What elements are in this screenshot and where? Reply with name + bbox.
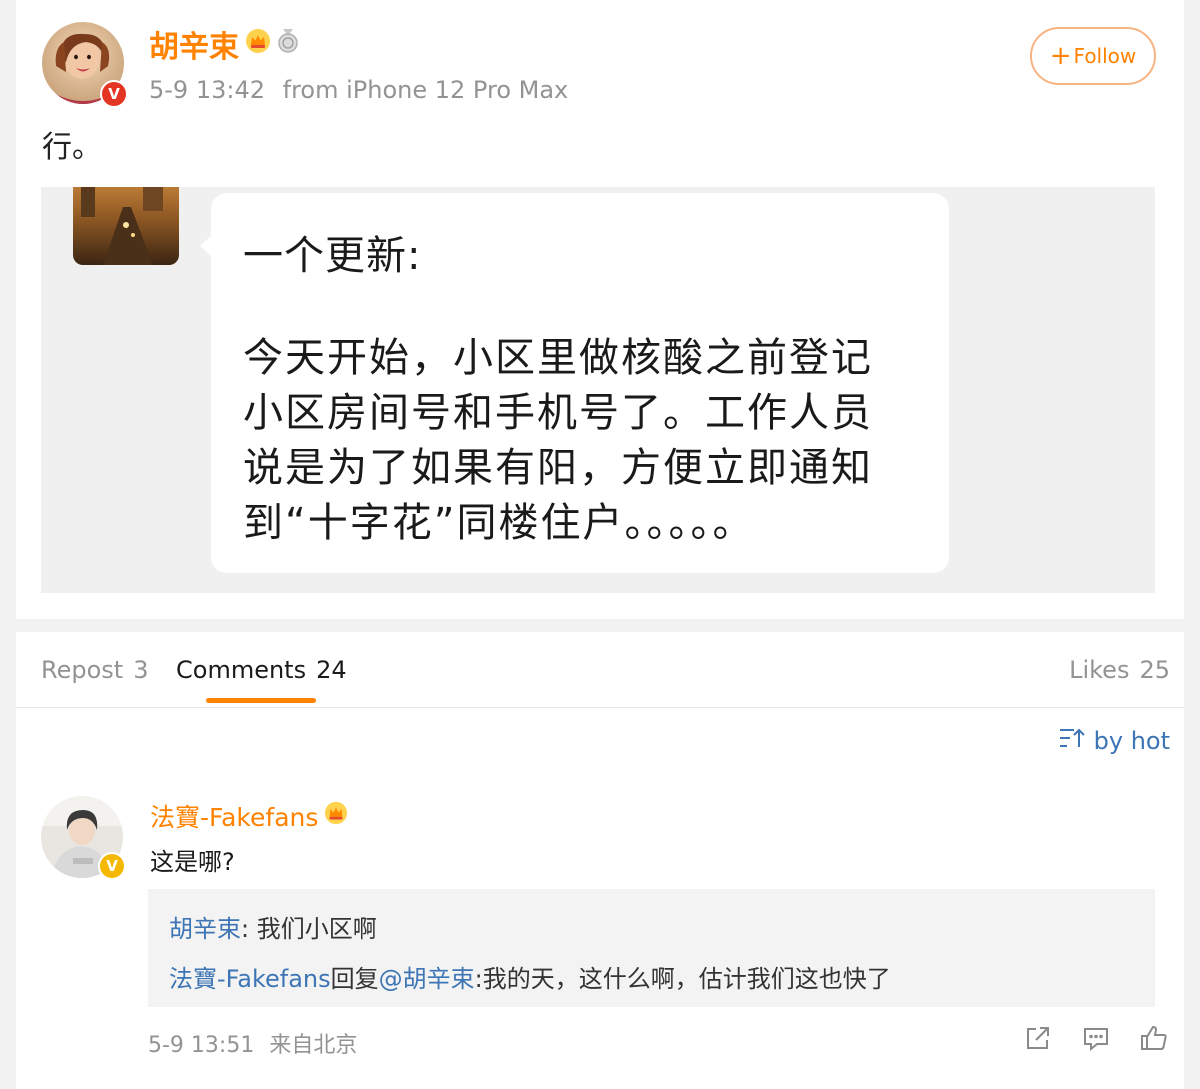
tab-comments-label: Comments bbox=[176, 656, 307, 684]
comment-author[interactable]: 法寶-Fakefans bbox=[150, 798, 348, 834]
comment-icon[interactable] bbox=[1082, 1024, 1110, 1052]
image-avatar-thumbnail bbox=[73, 187, 179, 265]
share-icon[interactable] bbox=[1024, 1024, 1052, 1052]
tab-comments[interactable]: Comments 24 bbox=[176, 656, 347, 684]
reply-thread[interactable]: 胡辛束: 我们小区啊 法寶-Fakefans回复@胡辛束:我的天，这什么啊，估计… bbox=[148, 889, 1155, 1007]
follow-label: Follow bbox=[1073, 44, 1137, 68]
comment-timestamp: 5-9 13:51 bbox=[148, 1033, 255, 1058]
comment-author-name[interactable]: 法寶-Fakefans bbox=[150, 798, 318, 834]
comment-meta: 5-9 13:51 来自北京 bbox=[148, 1027, 357, 1059]
bubble-title: 一个更新: bbox=[243, 233, 422, 279]
post-card: V 胡辛束 5-9 13:42 from iPhone 12 Pro Max +… bbox=[16, 0, 1184, 619]
post-source: from iPhone 12 Pro Max bbox=[282, 76, 569, 104]
reply-mention[interactable]: @胡辛束 bbox=[379, 965, 475, 993]
active-tab-indicator bbox=[206, 698, 316, 703]
tab-likes-label: Likes bbox=[1069, 656, 1130, 684]
sort-label: by hot bbox=[1093, 727, 1170, 755]
sort-button[interactable]: by hot bbox=[1058, 726, 1170, 756]
tab-likes-count: 25 bbox=[1139, 656, 1170, 684]
verified-icon: V bbox=[98, 852, 126, 880]
reply-text: 我们小区啊 bbox=[256, 915, 377, 943]
reply-separator: : bbox=[241, 915, 257, 943]
reply-text: :我的天，这什么啊，估计我们这也快了 bbox=[474, 965, 891, 993]
reply-item: 法寶-Fakefans回复@胡辛束:我的天，这什么啊，估计我们这也快了 bbox=[169, 959, 891, 994]
bubble-body: 今天开始，小区里做核酸之前登记 小区房间号和手机号了。工作人员 说是为了如果有阳… bbox=[243, 331, 933, 551]
bubble-line: 小区房间号和手机号了。工作人员 bbox=[243, 390, 873, 436]
post-author-name[interactable]: 胡辛束 bbox=[149, 22, 299, 66]
tab-repost-count: 3 bbox=[133, 656, 149, 684]
reply-word: 回复 bbox=[330, 965, 379, 993]
tab-likes[interactable]: Likes 25 bbox=[1069, 656, 1170, 684]
sort-icon bbox=[1058, 726, 1094, 756]
message-bubble: 一个更新: 今天开始，小区里做核酸之前登记 小区房间号和手机号了。工作人员 说是… bbox=[200, 193, 949, 573]
comments-card: Repost 3 Comments 24 Likes 25 by hot V 法… bbox=[16, 632, 1184, 1089]
comment-actions bbox=[1024, 1024, 1168, 1052]
comment-location: 来自北京 bbox=[269, 1033, 358, 1058]
crown-icon bbox=[245, 27, 271, 62]
reply-user[interactable]: 胡辛束 bbox=[169, 915, 241, 943]
verified-icon: V bbox=[100, 80, 128, 108]
tab-bar: Repost 3 Comments 24 Likes 25 bbox=[16, 632, 1184, 708]
medal-icon bbox=[277, 27, 299, 62]
follow-button[interactable]: + Follow bbox=[1030, 27, 1156, 85]
bubble-line: 到“十字花”同楼住户。。。。。 bbox=[243, 500, 755, 546]
post-timestamp: 5-9 13:42 bbox=[149, 76, 265, 104]
bubble-line: 说是为了如果有阳，方便立即通知 bbox=[243, 445, 873, 491]
post-image[interactable]: 一个更新: 今天开始，小区里做核酸之前登记 小区房间号和手机号了。工作人员 说是… bbox=[41, 187, 1155, 593]
tab-repost-label: Repost bbox=[41, 656, 124, 684]
plus-icon: + bbox=[1049, 41, 1072, 71]
reply-user[interactable]: 法寶-Fakefans bbox=[169, 965, 331, 993]
tab-comments-count: 24 bbox=[316, 656, 347, 684]
post-text: 行。 bbox=[42, 130, 102, 165]
post-author-name-text[interactable]: 胡辛束 bbox=[149, 22, 239, 66]
reply-item: 胡辛束: 我们小区啊 bbox=[169, 909, 377, 944]
crown-icon bbox=[324, 801, 348, 831]
tab-repost[interactable]: Repost 3 bbox=[41, 656, 148, 684]
bubble-line: 今天开始，小区里做核酸之前登记 bbox=[243, 335, 873, 381]
post-meta: 5-9 13:42 from iPhone 12 Pro Max bbox=[149, 76, 568, 104]
comment-text: 这是哪? bbox=[150, 848, 235, 876]
like-icon[interactable] bbox=[1140, 1024, 1168, 1052]
